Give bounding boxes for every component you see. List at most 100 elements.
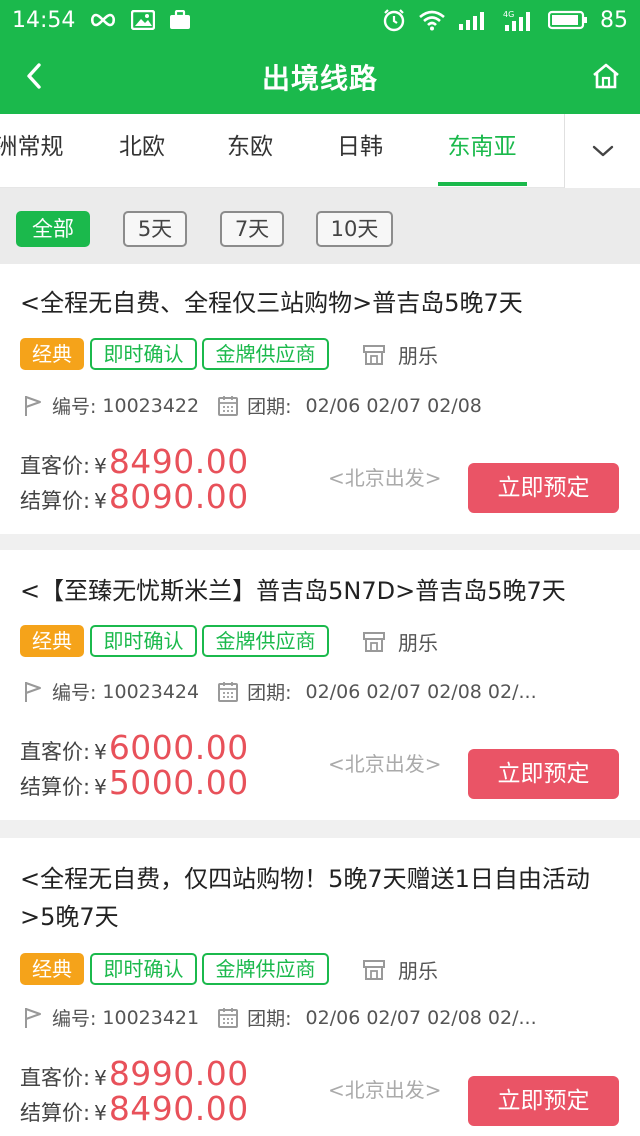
tour-dates: 02/06 02/07 02/08 02/... [305,680,537,703]
currency-symbol: ¥ [94,454,107,478]
departure-city: <北京出发> [328,466,442,490]
svg-text:4G: 4G [503,10,514,19]
direct-price-row: 直客价: ¥ 6000.00 [20,728,249,767]
currency-symbol: ¥ [94,1066,107,1090]
image-icon [131,10,156,30]
settle-price-row: 结算价: ¥ 8090.00 [20,477,249,516]
more-tabs-button[interactable] [564,114,640,188]
supplier: 朋乐 [362,955,438,984]
calendar-icon [218,681,239,702]
status-bar: 14:54 4G 85 [0,0,640,40]
book-now-button[interactable]: 立即预定 [468,463,619,513]
tag-gold-supplier: 金牌供应商 [202,625,329,657]
dates-label: 团期: [247,682,292,704]
product-title: <全程无自费，仅四站购物！5晚7天赠送1日自由活动>5晚7天 [20,865,590,931]
status-time: 14:54 [12,7,76,33]
home-button[interactable] [586,56,626,96]
signal-4g-icon: 4G [502,9,536,31]
tag-gold-supplier: 金牌供应商 [202,953,329,985]
currency-symbol: ¥ [94,1101,107,1125]
product-card[interactable]: <全程无自费、全程仅三站购物>普吉岛5晚7天 经典 即时确认 金牌供应商 朋乐 … [0,264,640,534]
duration-filter-bar: 全部 5天 7天 10天 [0,188,640,264]
settle-price: 8490.00 [108,1089,249,1128]
settle-price-label: 结算价: [20,775,91,799]
signal-icon [458,10,490,30]
page-title: 出境线路 [261,62,378,95]
product-code: 10023422 [102,394,200,417]
home-icon [593,63,619,89]
store-icon [363,344,385,365]
dates-label: 团期: [247,1008,292,1030]
tag-instant-confirm: 即时确认 [90,338,197,370]
calendar-icon [218,1007,239,1028]
region-tab-bar: 洲常规 北欧 东欧 日韩 东南亚 [0,114,640,188]
briefcase-icon [169,10,191,30]
tag-instant-confirm: 即时确认 [90,625,197,657]
product-meta: 编号: 10023424 团期: 02/06 02/07 02/08 02/..… [22,678,537,705]
filter-chip-1[interactable]: 5天 [123,211,187,247]
book-now-button[interactable]: 立即预定 [468,749,619,799]
flag-icon [25,395,41,416]
settle-price-label: 结算价: [20,489,91,513]
supplier-name: 朋乐 [398,631,438,655]
back-button[interactable] [14,56,54,96]
flag-icon [25,1007,41,1028]
tag-instant-confirm: 即时确认 [90,953,197,985]
tab-region-4[interactable]: 东南亚 [436,114,528,188]
calendar-icon [218,395,239,416]
tab-region-2[interactable]: 东欧 [208,114,292,188]
store-icon [363,631,385,652]
code-label: 编号: [52,1008,97,1030]
supplier: 朋乐 [362,627,438,656]
battery-level: 85 [600,7,628,33]
tab-region-3[interactable]: 日韩 [318,114,402,188]
wifi-icon [418,9,446,31]
product-card[interactable]: <【至臻无忧斯米兰】普吉岛5N7D>普吉岛5晚7天 经典 即时确认 金牌供应商 … [0,550,640,820]
chevron-down-icon [592,145,613,157]
battery-icon [548,10,588,30]
settle-price: 5000.00 [108,763,249,802]
departure-city: <北京出发> [328,752,442,776]
book-now-button[interactable]: 立即预定 [468,1076,619,1126]
product-meta: 编号: 10023421 团期: 02/06 02/07 02/08 02/..… [22,1004,537,1031]
chevron-left-icon [27,63,41,89]
direct-price: 8990.00 [108,1054,249,1093]
tag-classic: 经典 [20,953,84,985]
active-tab-indicator [438,182,527,186]
store-icon [363,959,385,980]
nav-bar: 出境线路 [0,40,640,114]
tab-region-0[interactable]: 洲常规 [0,114,64,188]
product-title: <全程无自费、全程仅三站购物>普吉岛5晚7天 [20,289,523,317]
supplier-name: 朋乐 [398,959,438,983]
tag-classic: 经典 [20,338,84,370]
tour-dates: 02/06 02/07 02/08 02/... [305,1006,537,1029]
settle-price-row: 结算价: ¥ 5000.00 [20,763,249,802]
settle-price-row: 结算价: ¥ 8490.00 [20,1089,249,1128]
currency-symbol: ¥ [94,775,107,799]
supplier: 朋乐 [362,340,438,369]
direct-price: 8490.00 [108,442,249,481]
tab-region-1[interactable]: 北欧 [100,114,184,188]
filter-chip-3[interactable]: 10天 [316,211,393,247]
direct-price-label: 直客价: [20,740,91,764]
tag-gold-supplier: 金牌供应商 [202,338,329,370]
direct-price: 6000.00 [108,728,249,767]
product-card[interactable]: <全程无自费，仅四站购物！5晚7天赠送1日自由活动>5晚7天 经典 即时确认 金… [0,838,640,1136]
product-code: 10023424 [102,680,200,703]
infinity-icon [89,12,117,28]
direct-price-row: 直客价: ¥ 8990.00 [20,1054,249,1093]
supplier-name: 朋乐 [398,344,438,368]
currency-symbol: ¥ [94,740,107,764]
code-label: 编号: [52,396,97,418]
code-label: 编号: [52,682,97,704]
currency-symbol: ¥ [94,489,107,513]
alarm-icon [382,8,406,32]
product-code: 10023421 [102,1006,200,1029]
departure-city: <北京出发> [328,1078,442,1102]
settle-price: 8090.00 [108,477,249,516]
direct-price-row: 直客价: ¥ 8490.00 [20,442,249,481]
tour-dates: 02/06 02/07 02/08 [305,394,482,417]
filter-chip-0[interactable]: 全部 [16,211,90,247]
direct-price-label: 直客价: [20,454,91,478]
filter-chip-2[interactable]: 7天 [220,211,284,247]
